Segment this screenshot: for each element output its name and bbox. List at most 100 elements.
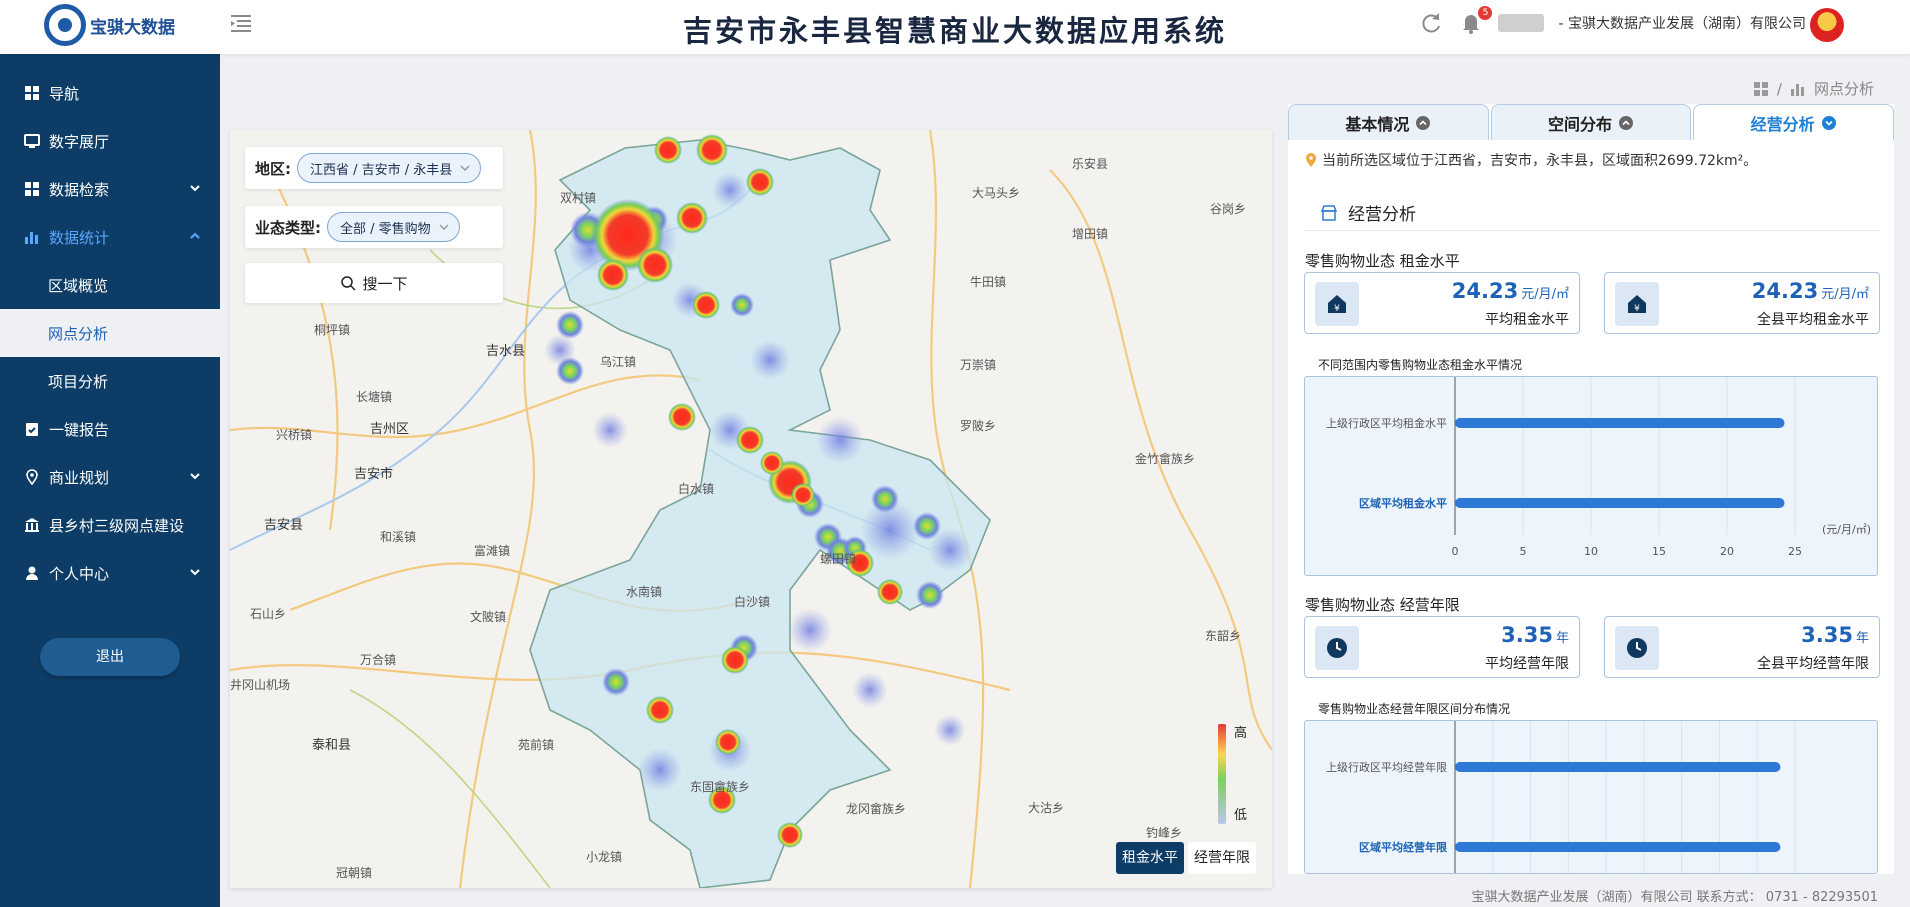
map-place-label: 白水镇 — [678, 482, 715, 496]
kpi-value: 24.23 元/月/㎡ — [1751, 279, 1869, 303]
category-label: 上级行政区平均租金水平 — [1326, 416, 1447, 430]
sidebar-item-one-click-report[interactable]: 一键报告 — [0, 405, 220, 453]
chevron-down-icon — [439, 224, 449, 231]
tab-label: 经营分析 — [1750, 114, 1815, 134]
legend-gradient-bar — [1218, 724, 1226, 824]
x-tick-label: 20 — [1720, 545, 1734, 558]
panel-tabs: 基本情况 空间分布 经营分析 — [1288, 104, 1895, 140]
tab-business-analysis[interactable]: 经营分析 — [1693, 104, 1895, 140]
menu-toggle-icon[interactable] — [228, 12, 254, 36]
map-place-label: 吉安县 — [264, 518, 304, 533]
chevron-up-icon — [190, 232, 200, 239]
category-label: 区域平均经营年限 — [1359, 840, 1447, 854]
tab-basic-info[interactable]: 基本情况 — [1288, 104, 1489, 140]
sidebar-item-three-level-network[interactable]: 县乡村三级网点建设 — [0, 501, 220, 549]
sidebar-item-data-search[interactable]: 数据检索 — [0, 165, 220, 213]
map-place-label: 东固畲族乡 — [690, 780, 751, 794]
bar — [1455, 762, 1781, 772]
kpi-value: 3.35 年 — [1501, 623, 1569, 647]
bell-icon[interactable]: 5 — [1458, 6, 1493, 36]
map-place-label: 牛田镇 — [970, 275, 1007, 289]
grid-icon — [24, 181, 40, 197]
region-filter: 地区: 江西省 / 吉安市 / 永丰县 — [245, 147, 503, 189]
notification-badge: 5 — [1478, 6, 1493, 20]
map-place-label: 金竹畲族乡 — [1135, 452, 1196, 466]
region-value: 江西省 / 吉安市 / 永丰县 — [310, 162, 453, 178]
rent-level-button[interactable]: 租金水平 — [1116, 842, 1184, 874]
years-bar-chart: 上级行政区平均经营年限 区域平均经营年限 — [1304, 720, 1878, 874]
map-place-label: 泰和县 — [312, 738, 352, 753]
app-logo[interactable]: 宝骐大数据 — [44, 4, 175, 46]
house-yen-icon: ¥ — [1615, 282, 1659, 326]
map-place-label: 东韶乡 — [1205, 629, 1242, 643]
bar — [1455, 498, 1785, 508]
chevron-down-icon — [460, 165, 470, 172]
tab-spatial-distribution[interactable]: 空间分布 — [1490, 104, 1692, 140]
logout-button[interactable]: 退出 — [40, 638, 180, 676]
location-icon — [24, 469, 40, 485]
sidebar-item-label: 导航 — [49, 84, 80, 103]
map-place-label: 文陂镇 — [470, 610, 507, 624]
user-icon — [24, 565, 40, 581]
type-label: 业态类型: — [255, 218, 321, 237]
map-place-label: 水南镇 — [626, 585, 663, 599]
grid-icon[interactable] — [1753, 81, 1769, 97]
clock-icon — [1315, 626, 1359, 670]
map-place-label: 钓峰乡 — [1146, 826, 1183, 840]
type-filter: 业态类型: 全部 / 零售购物 — [245, 206, 503, 248]
years-chart-title: 零售购物业态经营年限区间分布情况 — [1318, 702, 1511, 716]
x-tick-label: 0 — [1452, 545, 1459, 558]
x-tick-label: 5 — [1520, 545, 1527, 558]
legend-low-label: 低 — [1234, 808, 1248, 823]
search-button[interactable]: 搜一下 — [245, 263, 503, 303]
operating-years-button[interactable]: 经营年限 — [1188, 842, 1256, 874]
rent-chart-svg: 上级行政区平均租金水平区域平均租金水平 0 5 10 15 20 25 (元/月/㎡) — [1326, 377, 1871, 558]
grid-icon — [24, 85, 40, 101]
search-icon — [341, 276, 357, 291]
tab-label: 基本情况 — [1345, 114, 1410, 134]
map-place-label: 井冈山机场 — [230, 678, 291, 692]
map-place-label: 冠朝镇 — [336, 866, 373, 880]
sidebar-item-label: 项目分析 — [48, 372, 109, 391]
x-tick-label: 10 — [1584, 545, 1598, 558]
location-pin-icon — [1306, 153, 1316, 167]
kpi-value: 3.35 年 — [1801, 623, 1869, 647]
sidebar-item-data-stats[interactable]: 数据统计 — [0, 213, 220, 261]
sidebar-item-nav[interactable]: 导航 — [0, 69, 220, 117]
map-place-label: 罗陂乡 — [960, 419, 997, 433]
chevron-up-circle-icon — [1416, 115, 1431, 130]
x-tick-label: 15 — [1652, 545, 1666, 558]
county-avg-rent-card: ¥ 24.23 元/月/㎡ 全县平均租金水平 — [1604, 272, 1880, 334]
house-yen-icon: ¥ — [1315, 282, 1359, 326]
refresh-icon[interactable] — [1418, 10, 1444, 36]
type-select[interactable]: 全部 / 零售购物 — [327, 212, 460, 242]
sidebar-item-label: 数据检索 — [49, 180, 110, 199]
map-place-label: 和溪镇 — [380, 530, 417, 544]
sidebar-item-label: 一键报告 — [49, 420, 110, 439]
sidebar-subitem-project-analysis[interactable]: 项目分析 — [0, 357, 220, 405]
map-place-label: 大沽乡 — [1028, 801, 1065, 815]
sidebar-item-digital-hall[interactable]: 数字展厅 — [0, 117, 220, 165]
chevron-down-circle-icon — [1821, 115, 1836, 130]
bar-chart-icon — [24, 229, 40, 245]
map-place-label: 兴桥镇 — [276, 428, 313, 442]
map-place-label: 万合镇 — [360, 653, 397, 667]
map-place-label: 长塘镇 — [356, 390, 393, 404]
region-select[interactable]: 江西省 / 吉安市 / 永丰县 — [297, 153, 482, 183]
map-place-label: 乐安县 — [1072, 157, 1109, 171]
region-label: 地区: — [255, 159, 291, 178]
sidebar-item-personal-center[interactable]: 个人中心 — [0, 549, 220, 597]
sidebar-subitem-outlet-analysis[interactable]: 网点分析 — [0, 309, 220, 357]
company-name[interactable]: - 宝骐大数据产业发展（湖南）有限公司 — [1558, 13, 1806, 33]
section-divider — [1304, 230, 1880, 231]
sidebar-item-label: 个人中心 — [49, 564, 110, 583]
kpi-label: 全县平均经营年限 — [1757, 656, 1869, 672]
bar — [1455, 842, 1781, 852]
map-place-label: 龙冈畲族乡 — [846, 802, 907, 816]
sidebar-subitem-region-overview[interactable]: 区域概览 — [0, 261, 220, 309]
type-value: 全部 / 零售购物 — [340, 221, 431, 237]
sidebar-item-business-planning[interactable]: 商业规划 — [0, 453, 220, 501]
top-header: 宝骐大数据 吉安市永丰县智慧商业大数据应用系统 5 - 宝骐大数据产业发展（湖南… — [0, 0, 1910, 54]
map-place-label: 吉州区 — [370, 422, 410, 437]
rent-chart-title: 不同范围内零售购物业态租金水平情况 — [1318, 358, 1523, 372]
